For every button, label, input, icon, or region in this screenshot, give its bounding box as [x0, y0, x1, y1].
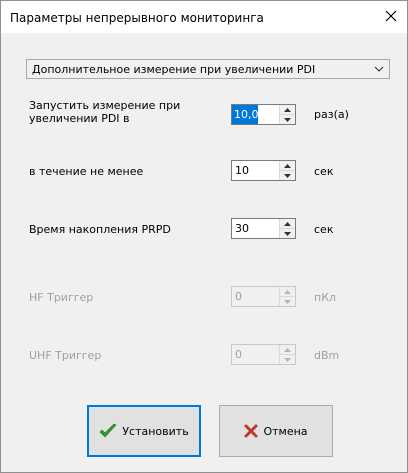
- duration-unit: сек: [314, 165, 334, 178]
- duration-label: в течение не менее: [29, 165, 144, 178]
- spin-down-icon[interactable]: [280, 114, 295, 124]
- dialog-content: Дополнительное измерение при увеличении …: [1, 33, 407, 472]
- pdi-increase-label: Запустить измерение при увеличении PDI в: [29, 99, 180, 125]
- apply-button-label: Установить: [122, 424, 189, 438]
- hf-trigger-unit: пКл: [314, 291, 337, 304]
- hf-trigger-label: HF Триггер: [29, 291, 94, 304]
- duration-stepper[interactable]: [231, 160, 296, 181]
- uhf-trigger-unit: dBm: [314, 349, 340, 362]
- spin-up-icon[interactable]: [280, 161, 295, 170]
- spin-up-icon[interactable]: [280, 219, 295, 228]
- close-icon: [385, 10, 397, 22]
- spin-down-icon: [280, 354, 295, 364]
- cancel-button-label: Отмена: [263, 424, 308, 438]
- prpd-accumulation-label: Время накопления PRPD: [29, 223, 171, 236]
- spin-down-icon[interactable]: [280, 228, 295, 238]
- apply-button[interactable]: Установить: [87, 405, 201, 457]
- spin-up-icon[interactable]: [280, 105, 295, 114]
- mode-dropdown-value: Дополнительное измерение при увеличении …: [32, 62, 316, 76]
- dialog-window: Параметры непрерывного мониторинга Допол…: [0, 0, 408, 473]
- title-bar: Параметры непрерывного мониторинга: [1, 1, 407, 33]
- mode-dropdown[interactable]: Дополнительное измерение при увеличении …: [26, 59, 390, 79]
- hf-trigger-stepper: [231, 286, 296, 307]
- pdi-increase-unit: раз(а): [314, 108, 349, 121]
- cancel-button[interactable]: Отмена: [219, 405, 333, 457]
- uhf-trigger-stepper: [231, 344, 296, 365]
- checkmark-icon: [99, 423, 117, 438]
- pdi-increase-input[interactable]: [232, 105, 258, 124]
- prpd-accumulation-unit: сек: [314, 223, 334, 236]
- uhf-trigger-input: [232, 345, 279, 364]
- chevron-down-icon: [369, 66, 389, 72]
- prpd-accumulation-input[interactable]: [232, 219, 279, 238]
- pdi-increase-stepper[interactable]: [231, 104, 296, 125]
- window-title: Параметры непрерывного мониторинга: [10, 11, 264, 25]
- close-button[interactable]: [377, 3, 405, 29]
- uhf-trigger-label: UHF Триггер: [29, 349, 102, 362]
- spin-down-icon: [280, 296, 295, 306]
- duration-input[interactable]: [232, 161, 279, 180]
- pdi-increase-label-line2: увеличении PDI в: [29, 112, 130, 125]
- spin-up-icon: [280, 345, 295, 354]
- hf-trigger-input: [232, 287, 279, 306]
- pdi-increase-label-line1: Запустить измерение при: [29, 99, 181, 112]
- prpd-accumulation-stepper[interactable]: [231, 218, 296, 239]
- spin-down-icon[interactable]: [280, 170, 295, 180]
- spin-up-icon: [280, 287, 295, 296]
- cross-icon: [244, 424, 258, 438]
